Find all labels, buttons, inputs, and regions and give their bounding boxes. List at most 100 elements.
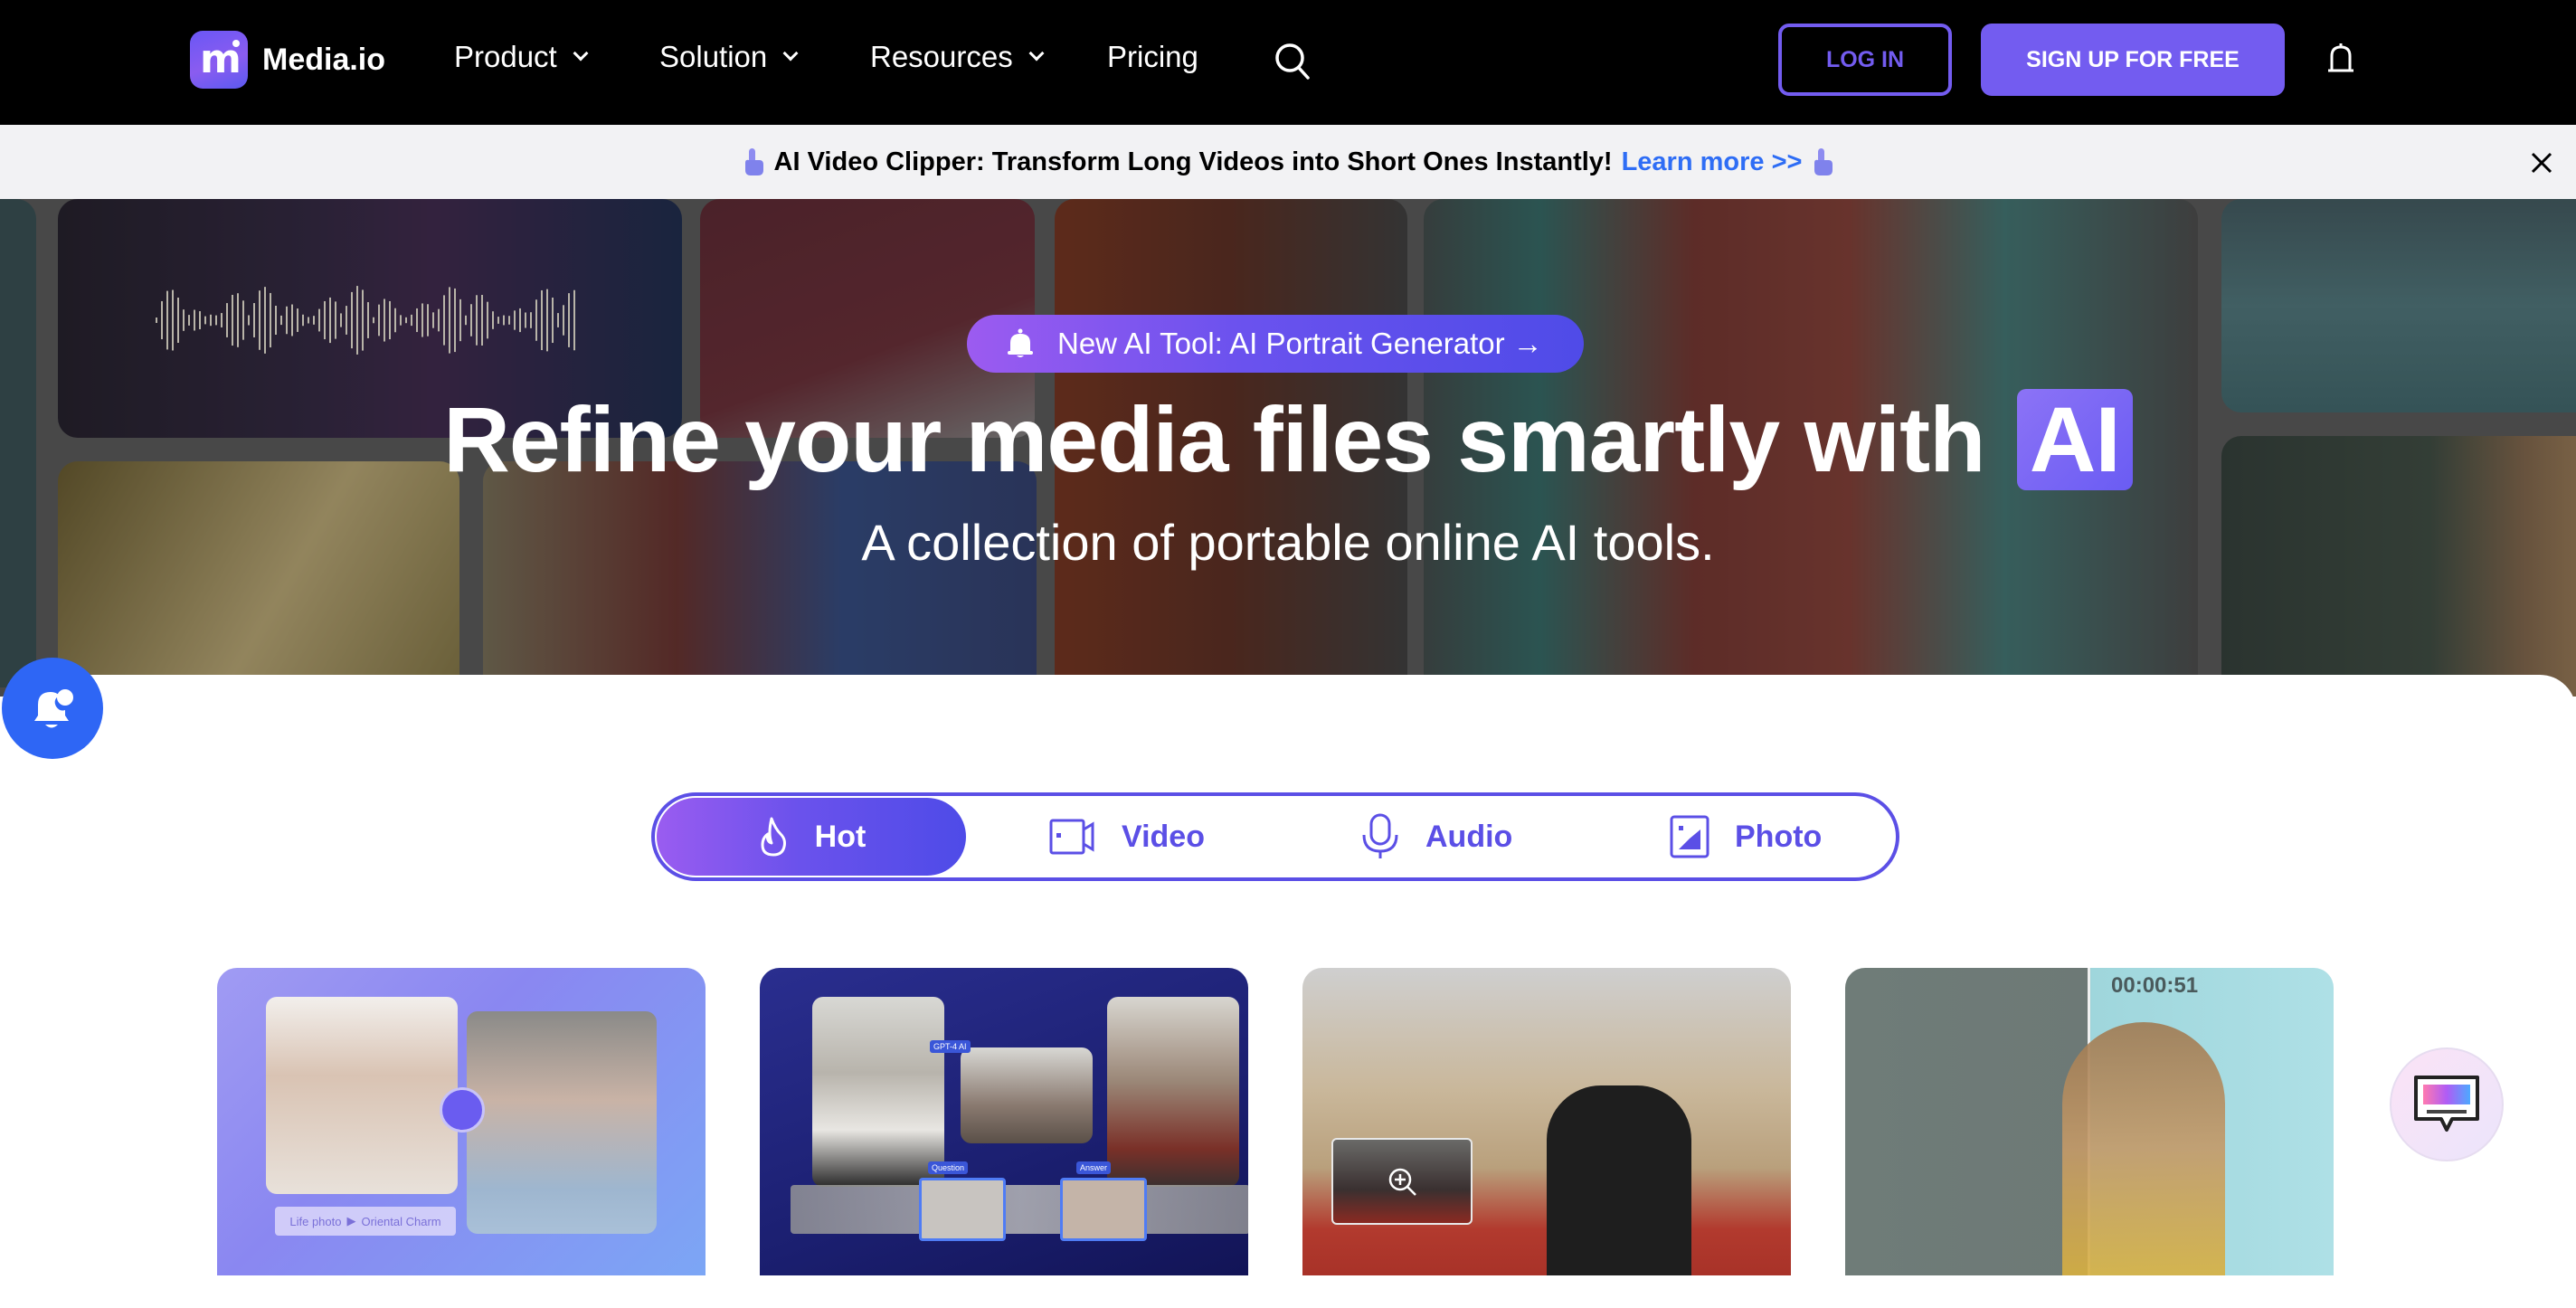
waveform-bar bbox=[248, 315, 250, 326]
bell-icon[interactable] bbox=[2323, 40, 2359, 78]
video-enhance-card[interactable]: 00:00:51 bbox=[1845, 968, 2334, 1275]
hero-subheadline: A collection of portable online AI tools… bbox=[861, 514, 1715, 571]
podcast-studio-image bbox=[961, 1047, 1093, 1143]
tag-gpt4: GPT-4 AI bbox=[930, 1040, 971, 1053]
category-tabs: Hot Video Audio Photo bbox=[651, 792, 1899, 881]
video-timestamp: 00:00:51 bbox=[2111, 973, 2199, 998]
nav-solution-label: Solution bbox=[659, 40, 768, 73]
microphone-icon bbox=[1362, 813, 1398, 858]
waveform-bar bbox=[378, 304, 380, 336]
waveform-bar bbox=[552, 297, 554, 344]
podcast-guest-image bbox=[1107, 997, 1239, 1187]
login-button[interactable]: LOG IN bbox=[1778, 24, 1952, 96]
waveform-bar bbox=[514, 310, 516, 330]
tab-video[interactable]: Video bbox=[1049, 796, 1205, 877]
waveform-bar bbox=[156, 318, 157, 323]
photo-enhance-card[interactable] bbox=[1302, 968, 1791, 1275]
waveform-bar bbox=[389, 300, 391, 340]
waveform-bar bbox=[280, 315, 282, 326]
waveform-bar bbox=[449, 287, 450, 354]
portrait-before-image bbox=[266, 997, 458, 1194]
pointing-hand-icon bbox=[1814, 148, 1833, 175]
learn-more-link[interactable]: Learn more >> bbox=[1622, 147, 1803, 177]
tab-audio[interactable]: Audio bbox=[1360, 796, 1512, 877]
tab-hot[interactable]: Hot bbox=[657, 798, 966, 876]
woman-hair bbox=[2062, 1022, 2225, 1275]
nav-resources[interactable]: Resources bbox=[870, 40, 1045, 74]
waveform-bar bbox=[367, 302, 369, 338]
nav-resources-label: Resources bbox=[870, 40, 1013, 73]
waveform-bar bbox=[172, 289, 174, 351]
waveform-bar bbox=[308, 317, 309, 324]
pointing-hand-icon bbox=[744, 148, 763, 175]
waveform-bar bbox=[259, 290, 260, 350]
waveform-bar bbox=[459, 299, 461, 342]
headline-text: Refine your media files smartly with bbox=[443, 388, 1985, 491]
waveform-bar bbox=[232, 294, 233, 346]
brand-logo[interactable]: m Media.io bbox=[190, 31, 385, 89]
waveform-bar bbox=[405, 317, 407, 324]
waveform-bar bbox=[421, 303, 423, 337]
answer-clip bbox=[1060, 1178, 1147, 1241]
tab-photo-label: Photo bbox=[1735, 819, 1823, 854]
tab-photo[interactable]: Photo bbox=[1670, 796, 1822, 877]
notification-float-button[interactable] bbox=[2, 658, 103, 759]
waveform-bar bbox=[253, 303, 255, 337]
nav-pricing[interactable]: Pricing bbox=[1107, 40, 1198, 74]
waveform-bar bbox=[416, 308, 418, 333]
timeline-strip bbox=[791, 1185, 1248, 1234]
chat-assistant-button[interactable] bbox=[2390, 1047, 2504, 1161]
waveform-bar bbox=[411, 314, 412, 327]
waveform-bar bbox=[487, 301, 488, 339]
top-nav: m Media.io Product Solution Resources Pr… bbox=[0, 0, 2576, 125]
search-icon[interactable] bbox=[1274, 42, 1310, 80]
waveform-bar bbox=[318, 308, 320, 332]
close-icon[interactable] bbox=[2529, 150, 2554, 175]
waveform-bar bbox=[275, 305, 277, 336]
waveform-bar bbox=[438, 308, 440, 332]
badge-label: New AI Tool: AI Portrait Generator → bbox=[1057, 327, 1543, 360]
tab-hot-label: Hot bbox=[814, 819, 867, 854]
waveform-bar bbox=[546, 289, 548, 352]
waveform-bar bbox=[346, 306, 347, 335]
waveform-bar bbox=[465, 315, 467, 326]
tag-answer: Answer bbox=[1076, 1161, 1112, 1174]
nav-product-label: Product bbox=[454, 40, 557, 73]
hero-section: New AI Tool: AI Portrait Generator → Ref… bbox=[0, 199, 2576, 697]
waveform-bar bbox=[291, 304, 293, 336]
ai-portrait-card[interactable]: Life photo ▶ Oriental Charm bbox=[217, 968, 706, 1275]
waveform-bar bbox=[356, 286, 358, 355]
style-caption: Life photo ▶ Oriental Charm bbox=[275, 1207, 456, 1236]
nav-solution[interactable]: Solution bbox=[659, 40, 799, 74]
swap-icon bbox=[440, 1087, 485, 1133]
nav-product[interactable]: Product bbox=[454, 40, 589, 74]
waveform-bar bbox=[530, 312, 532, 328]
podcast-video-card[interactable]: GPT-4 AI Question Answer bbox=[760, 968, 1248, 1275]
waveform-bar bbox=[324, 300, 326, 340]
waveform-bar bbox=[481, 295, 483, 346]
waveform-bar bbox=[199, 311, 201, 329]
waveform-bar bbox=[476, 295, 478, 346]
zoom-preview bbox=[1331, 1138, 1473, 1225]
waveform-bar bbox=[215, 315, 217, 326]
waveform-bar bbox=[188, 315, 190, 326]
question-clip bbox=[919, 1178, 1006, 1241]
waveform-bar bbox=[492, 311, 494, 329]
waveform-bar bbox=[210, 314, 212, 327]
signup-button[interactable]: SIGN UP FOR FREE bbox=[1981, 24, 2285, 96]
waveform-bar bbox=[470, 304, 472, 336]
new-tool-badge[interactable]: New AI Tool: AI Portrait Generator → bbox=[967, 315, 1584, 373]
headline-ai-highlight: AI bbox=[2016, 389, 2133, 490]
play-icon: ▶ bbox=[346, 1214, 356, 1227]
audio-waveform-icon bbox=[156, 286, 575, 355]
waveform-bar bbox=[194, 309, 195, 331]
waveform-bar bbox=[400, 315, 402, 326]
waveform-bar bbox=[237, 293, 239, 347]
tab-audio-label: Audio bbox=[1425, 819, 1513, 854]
waveform-bar bbox=[226, 303, 228, 337]
tab-video-label: Video bbox=[1122, 819, 1205, 854]
waveform-bar bbox=[525, 312, 526, 328]
announcement-text: AI Video Clipper: Transform Long Videos … bbox=[773, 147, 1613, 176]
tag-question: Question bbox=[928, 1161, 969, 1174]
waveform-bar bbox=[183, 309, 185, 331]
